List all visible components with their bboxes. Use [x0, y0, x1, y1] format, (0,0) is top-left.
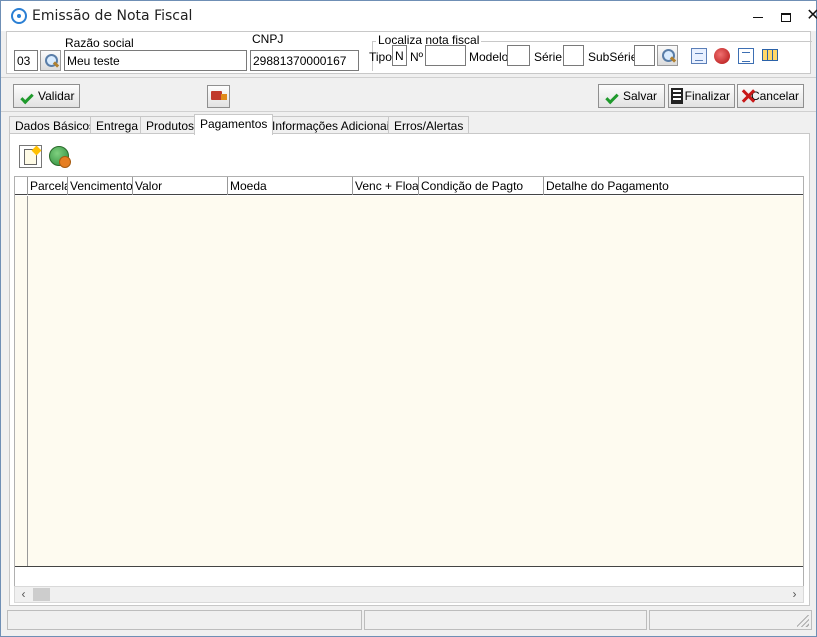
- validar-button[interactable]: Validar: [13, 84, 80, 108]
- divider: [1, 77, 816, 78]
- globe-icon: [49, 146, 71, 168]
- report-page-icon[interactable]: [738, 48, 754, 64]
- window-title: Emissão de Nota Fiscal: [32, 8, 193, 24]
- app-icon: [11, 8, 27, 24]
- code-field[interactable]: 03: [14, 50, 38, 71]
- minimize-icon: [753, 16, 763, 18]
- salvar-button[interactable]: Salvar: [598, 84, 665, 108]
- check-icon: [20, 90, 34, 104]
- finalizar-button[interactable]: Finalizar: [668, 84, 735, 108]
- finalizar-label: Finalizar: [684, 89, 730, 103]
- scroll-left-icon[interactable]: ‹: [15, 587, 32, 602]
- column-header[interactable]: Parcela: [27, 177, 67, 195]
- serie-label: Série: [534, 50, 563, 64]
- modelo-label: Modelo: [469, 50, 509, 64]
- cnpj-label: CNPJ: [252, 32, 284, 46]
- column-header[interactable]: Valor: [132, 177, 227, 195]
- document-list-icon[interactable]: [691, 48, 707, 64]
- grid-header: Parcela Vencimento Valor Moeda Venc + Fl…: [15, 177, 803, 195]
- razao-social-label: Razão social: [65, 36, 134, 50]
- cancelar-button[interactable]: Cancelar: [737, 84, 804, 108]
- status-panel: [7, 610, 362, 630]
- subserie-field[interactable]: [634, 45, 655, 66]
- row-indicator-divider: [27, 196, 28, 567]
- search-code-button[interactable]: [40, 50, 61, 71]
- salvar-label: Salvar: [623, 89, 658, 103]
- header-panel: 03 Razão social Meu teste CNPJ 298813700…: [6, 31, 812, 74]
- search-nota-button[interactable]: [657, 45, 678, 66]
- resize-grip-icon[interactable]: [797, 615, 809, 627]
- cnpj-field[interactable]: 29881370000167: [250, 50, 359, 71]
- column-header[interactable]: Detalhe do Pagamento: [543, 177, 801, 195]
- numero-label: Nº: [410, 50, 424, 64]
- scrollbar-thumb[interactable]: [33, 588, 50, 601]
- column-header[interactable]: Vencimento: [67, 177, 132, 195]
- status-panel: [649, 610, 812, 630]
- modelo-field[interactable]: [507, 45, 530, 66]
- truck-button[interactable]: [207, 85, 230, 108]
- maximize-icon: [781, 12, 791, 22]
- check-icon: [605, 90, 619, 104]
- print-red-icon[interactable]: [714, 48, 730, 64]
- status-bar: [7, 610, 812, 630]
- numero-field[interactable]: [425, 45, 466, 66]
- tipo-label: Tipo: [369, 50, 392, 64]
- cancelar-label: Cancelar: [750, 89, 799, 103]
- close-button[interactable]: ✕: [799, 1, 817, 31]
- qr-code-icon: [671, 88, 683, 104]
- scroll-right-icon[interactable]: ›: [786, 587, 803, 602]
- serie-field[interactable]: [563, 45, 584, 66]
- subserie-label: SubSérie: [588, 50, 638, 64]
- grid-footer: [15, 566, 803, 586]
- divider: [1, 111, 816, 112]
- table-grid-icon[interactable]: [762, 49, 778, 61]
- status-panel: [364, 610, 647, 630]
- column-header[interactable]: Condição de Pagto: [418, 177, 543, 195]
- minimize-button[interactable]: [744, 1, 772, 31]
- window: Emissão de Nota Fiscal ✕ 03 Razão social…: [0, 0, 817, 637]
- razao-social-field[interactable]: Meu teste: [64, 50, 247, 71]
- title-bar: Emissão de Nota Fiscal ✕: [1, 1, 817, 31]
- maximize-button[interactable]: [772, 1, 800, 31]
- column-header[interactable]: Venc + Float: [352, 177, 418, 195]
- payments-grid[interactable]: Parcela Vencimento Valor Moeda Venc + Fl…: [14, 176, 804, 587]
- validar-label: Validar: [38, 89, 75, 103]
- tab-pagamentos[interactable]: Pagamentos: [194, 114, 274, 135]
- close-icon: ✕: [806, 7, 817, 24]
- row-indicator-header: [15, 177, 27, 195]
- horizontal-scrollbar[interactable]: ‹ ›: [14, 586, 804, 603]
- grid-body[interactable]: [15, 196, 803, 567]
- tipo-field[interactable]: N: [392, 45, 407, 66]
- globe-button[interactable]: [49, 146, 71, 168]
- cancel-x-icon: [742, 89, 748, 103]
- column-header[interactable]: Moeda: [227, 177, 352, 195]
- new-payment-button[interactable]: [19, 145, 42, 168]
